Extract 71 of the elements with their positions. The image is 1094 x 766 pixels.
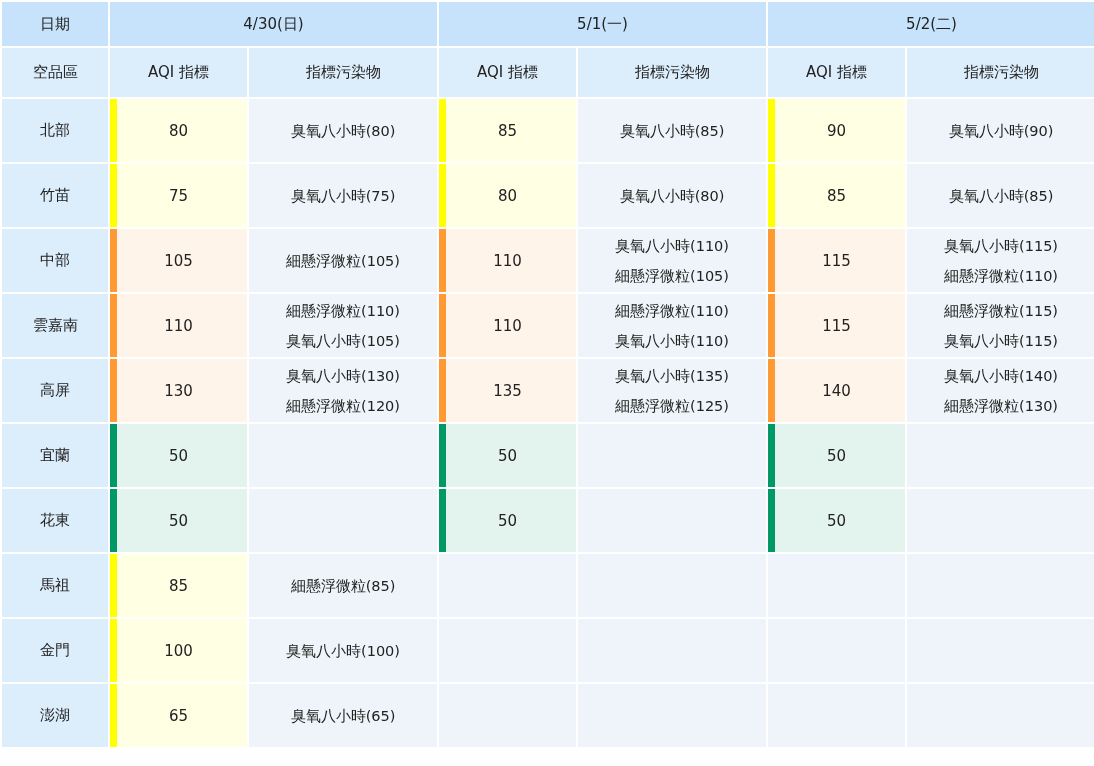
pollutant-text: 臭氧八小時(115) [943, 331, 1060, 351]
aqi-value: 50 [497, 446, 518, 465]
pollutant-text: 細懸浮微粒(120) [285, 396, 401, 416]
aqi-value: 80 [497, 186, 518, 205]
aqi-value: 80 [168, 121, 189, 140]
column-header: AQI 指標 [109, 47, 248, 98]
aqi-value: 50 [827, 446, 847, 465]
pollutant-text: 臭氧八小時(100) [285, 641, 401, 661]
pollutant-text: 臭氧八小時(65) [289, 706, 397, 726]
pollutant-text: 細懸浮微粒(130) [943, 396, 1060, 416]
pollutant-text: 臭氧八小時(85) [947, 186, 1055, 206]
region-cell: 金門 [1, 618, 109, 683]
pollutant-text: 臭氧八小時(75) [289, 186, 397, 206]
date-header: 5/1(一) [438, 1, 768, 47]
aqi-value: 115 [822, 251, 851, 270]
aqi-value: 50 [497, 511, 518, 530]
aqi-value: 50 [168, 446, 189, 465]
pollutant-text: 臭氧八小時(105) [285, 331, 401, 351]
region-cell: 宜蘭 [1, 423, 109, 488]
aqi-value: 65 [168, 706, 189, 725]
aqi-value: 100 [164, 641, 193, 660]
region-cell: 竹苗 [1, 163, 109, 228]
pollutant-text: 細懸浮微粒(110) [943, 266, 1060, 286]
pollutant-text: 細懸浮微粒(105) [285, 251, 401, 271]
aqi-value: 110 [493, 251, 522, 270]
row-header: 空品區 [1, 47, 109, 98]
region-cell: 馬祖 [1, 553, 109, 618]
column-header: 指標污染物 [577, 47, 768, 98]
aqi-value: 130 [164, 381, 193, 400]
column-header: AQI 指標 [438, 47, 577, 98]
aqi-value: 75 [168, 186, 189, 205]
aqi-value: 90 [827, 121, 847, 140]
aqi-value: 85 [827, 186, 847, 205]
aqi-value: 105 [164, 251, 193, 270]
aqi-value: 50 [168, 511, 189, 530]
aqi-value: 115 [822, 316, 851, 335]
aqi-value: 85 [497, 121, 518, 140]
pollutant-text: 細懸浮微粒(125) [614, 396, 730, 416]
aqi-value: 110 [164, 316, 193, 335]
aqi-value: 50 [827, 511, 847, 530]
pollutant-text: 臭氧八小時(115) [943, 236, 1060, 256]
pollutant-text: 細懸浮微粒(110) [285, 301, 401, 321]
aqi-value: 135 [493, 381, 522, 400]
pollutant-text: 臭氧八小時(80) [618, 186, 726, 206]
aqi-value: 140 [822, 381, 851, 400]
column-header: AQI 指標 [767, 47, 907, 98]
aqi-value: 110 [493, 316, 522, 335]
region-cell: 中部 [1, 228, 109, 293]
pollutant-text: 臭氧八小時(135) [614, 366, 730, 386]
pollutant-text: 臭氧八小時(110) [614, 331, 730, 351]
pollutant-text: 臭氧八小時(110) [614, 236, 730, 256]
region-cell: 澎湖 [1, 683, 109, 748]
date-header: 4/30(日) [109, 1, 438, 47]
aqi-value: 85 [168, 576, 189, 595]
pollutant-text: 臭氧八小時(80) [289, 121, 397, 141]
pollutant-text: 細懸浮微粒(115) [943, 301, 1060, 321]
column-header: 日期 [1, 1, 109, 47]
pollutant-text: 臭氧八小時(85) [618, 121, 726, 141]
region-cell: 花東 [1, 488, 109, 553]
pollutant-text: 臭氧八小時(140) [943, 366, 1060, 386]
date-header: 5/2(二) [767, 1, 1094, 47]
region-cell: 雲嘉南 [1, 293, 109, 358]
pollutant-text: 細懸浮微粒(110) [614, 301, 730, 321]
pollutant-text: 臭氧八小時(130) [285, 366, 401, 386]
pollutant-text: 臭氧八小時(90) [947, 121, 1055, 141]
region-cell: 北部 [1, 98, 109, 163]
column-header: 指標污染物 [248, 47, 438, 98]
region-cell: 高屏 [1, 358, 109, 423]
pollutant-text: 細懸浮微粒(85) [289, 576, 397, 596]
column-header: 指標污染物 [906, 47, 1094, 98]
pollutant-text: 細懸浮微粒(105) [614, 266, 730, 286]
